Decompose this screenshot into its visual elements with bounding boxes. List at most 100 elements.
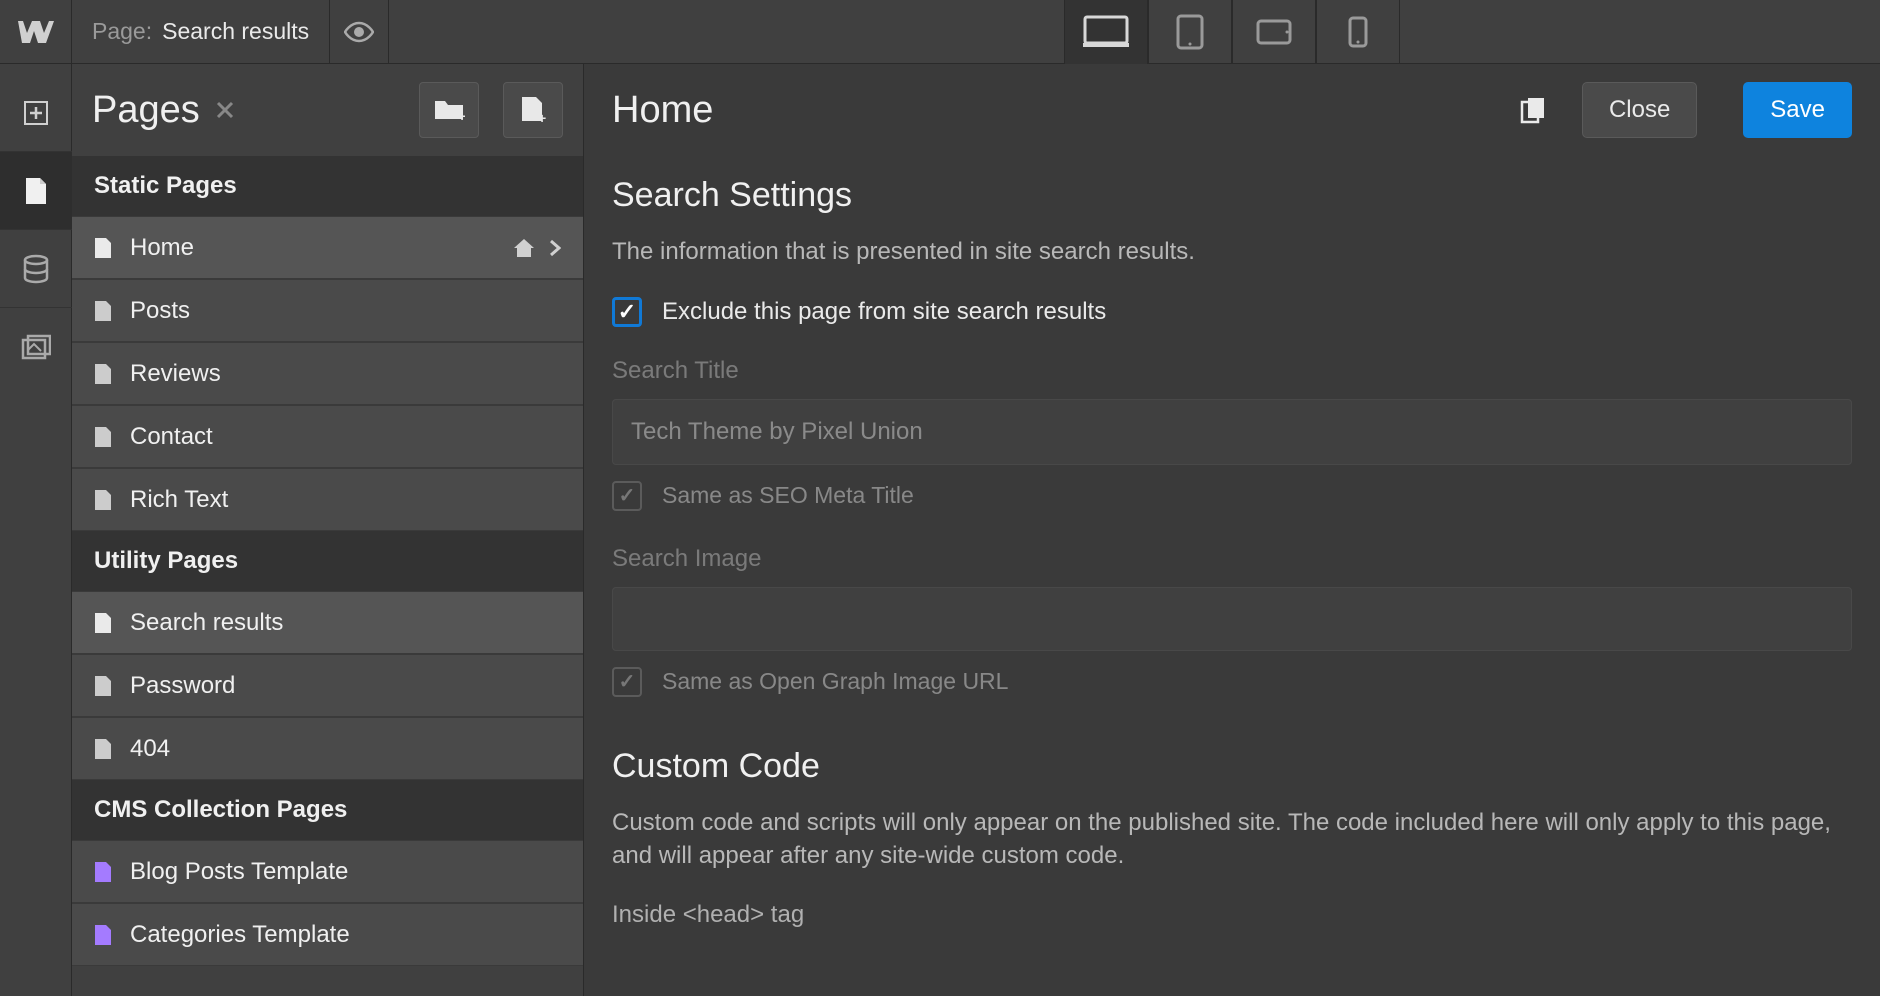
custom-code-desc: Custom code and scripts will only appear… [612, 806, 1852, 873]
search-settings-desc: The information that is presented in sit… [612, 235, 1852, 269]
exclude-checkbox[interactable] [612, 297, 642, 327]
page-settings-panel: Home Close Save Search Settings The info… [584, 64, 1880, 996]
page-item-label: Contact [130, 423, 213, 451]
page-prefix-label: Page: [92, 18, 152, 45]
pages-sidebar: Pages + + Static Pages [72, 64, 584, 996]
tablet-landscape-device-button[interactable] [1232, 0, 1316, 64]
mobile-device-button[interactable] [1316, 0, 1400, 64]
search-image-label: Search Image [612, 545, 1852, 573]
same-og-label: Same as Open Graph Image URL [662, 668, 1008, 695]
svg-text:+: + [458, 108, 465, 123]
page-icon [94, 738, 112, 760]
panel-header: Home Close Save [584, 64, 1880, 156]
cms-pages-section-title: CMS Collection Pages [72, 780, 583, 840]
close-button-label: Close [1609, 96, 1670, 124]
same-og-checkbox[interactable] [612, 667, 642, 697]
tablet-device-button[interactable] [1148, 0, 1232, 64]
page-item-label: Password [130, 672, 235, 700]
page-item-label: Blog Posts Template [130, 858, 348, 886]
exclude-checkbox-label: Exclude this page from site search resul… [662, 298, 1106, 326]
webflow-logo-icon [18, 21, 54, 43]
eye-icon [344, 17, 374, 47]
page-item-categories-template[interactable]: Categories Template [72, 903, 583, 966]
images-icon [21, 334, 51, 360]
page-icon [94, 489, 112, 511]
page-item-404[interactable]: 404 [72, 717, 583, 780]
app-logo[interactable] [0, 0, 72, 64]
page-item-richtext[interactable]: Rich Text [72, 468, 583, 531]
page-item-label: Categories Template [130, 921, 350, 949]
disabled-search-fields: Search Title Same as SEO Meta Title Sear… [612, 357, 1852, 697]
page-item-label: Posts [130, 297, 190, 325]
page-icon [24, 176, 48, 206]
head-tag-label: Inside <head> tag [612, 901, 1852, 929]
plus-icon [23, 100, 49, 126]
save-button-label: Save [1770, 96, 1825, 124]
folder-plus-icon: + [433, 97, 465, 123]
custom-code-heading: Custom Code [612, 747, 1852, 786]
search-image-input[interactable] [612, 587, 1852, 651]
search-title-label: Search Title [612, 357, 1852, 385]
rail-assets[interactable] [0, 308, 72, 386]
page-item-password[interactable]: Password [72, 654, 583, 717]
close-icon [216, 101, 234, 119]
utility-pages-section-title: Utility Pages [72, 531, 583, 591]
new-page-button[interactable]: + [503, 82, 563, 138]
desktop-icon [1083, 15, 1129, 49]
page-item-searchresults[interactable]: Search results [72, 591, 583, 654]
page-icon [94, 612, 112, 634]
static-pages-section-title: Static Pages [72, 156, 583, 216]
same-seo-checkbox[interactable] [612, 481, 642, 511]
pages-header: Pages + + [72, 64, 583, 156]
device-buttons [1064, 0, 1400, 64]
page-icon [94, 675, 112, 697]
desktop-device-button[interactable] [1064, 0, 1148, 64]
search-settings-heading: Search Settings [612, 176, 1852, 215]
page-plus-icon: + [520, 95, 546, 125]
same-seo-row[interactable]: Same as SEO Meta Title [612, 481, 1852, 511]
same-og-row[interactable]: Same as Open Graph Image URL [612, 667, 1852, 697]
mobile-icon [1348, 16, 1368, 48]
page-item-label: Search results [130, 609, 283, 637]
page-item-contact[interactable]: Contact [72, 405, 583, 468]
page-item-posts[interactable]: Posts [72, 279, 583, 342]
svg-text:+: + [538, 110, 546, 125]
page-name-value: Search results [162, 18, 309, 45]
topbar: Page: Search results [0, 0, 1880, 64]
database-icon [22, 254, 50, 284]
left-rail [0, 64, 72, 996]
page-item-reviews[interactable]: Reviews [72, 342, 583, 405]
page-item-label: 404 [130, 735, 170, 763]
panel-body: Search Settings The information that is … [584, 156, 1880, 963]
page-item-label: Rich Text [130, 486, 228, 514]
template-page-icon [94, 924, 112, 946]
page-item-label: Reviews [130, 360, 221, 388]
template-page-icon [94, 861, 112, 883]
search-title-input[interactable] [612, 399, 1852, 465]
exclude-checkbox-row[interactable]: Exclude this page from site search resul… [612, 297, 1852, 327]
page-icon [94, 237, 112, 259]
copy-icon[interactable] [1520, 96, 1546, 124]
close-pages-panel[interactable] [216, 101, 234, 119]
page-icon [94, 426, 112, 448]
close-button[interactable]: Close [1582, 82, 1697, 138]
new-folder-button[interactable]: + [419, 82, 479, 138]
page-item-blogposts-template[interactable]: Blog Posts Template [72, 840, 583, 903]
same-seo-label: Same as SEO Meta Title [662, 482, 914, 509]
tablet-icon [1176, 14, 1204, 50]
page-icon [94, 300, 112, 322]
pages-title: Pages [92, 89, 200, 132]
page-item-home[interactable]: Home [72, 216, 583, 279]
page-icon [94, 363, 112, 385]
rail-add[interactable] [0, 74, 72, 152]
rail-cms[interactable] [0, 230, 72, 308]
tablet-landscape-icon [1256, 19, 1292, 45]
save-button[interactable]: Save [1743, 82, 1852, 138]
page-indicator[interactable]: Page: Search results [72, 18, 329, 45]
home-icon [513, 238, 535, 258]
panel-title: Home [612, 89, 713, 132]
preview-button[interactable] [329, 0, 389, 64]
rail-pages[interactable] [0, 152, 72, 230]
main-area: Pages + + Static Pages [0, 64, 1880, 996]
page-item-label: Home [130, 234, 194, 262]
